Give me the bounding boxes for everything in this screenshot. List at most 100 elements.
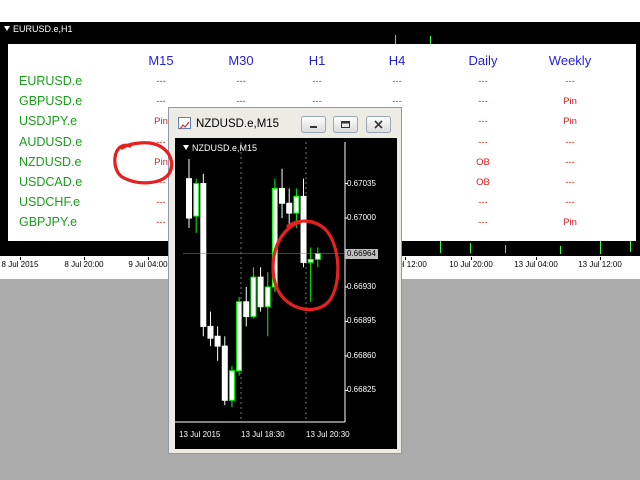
time-axis-label: 9 Jul 04:00 — [128, 260, 168, 269]
minimize-button[interactable] — [301, 116, 326, 133]
candle-body — [186, 178, 192, 219]
chart-menu-icon — [183, 145, 189, 150]
candle-body — [236, 301, 243, 372]
time-axis-label: 8 Jul 2015 — [1, 260, 39, 269]
symbol-label-eurusd-e[interactable]: EURUSD.e — [19, 74, 82, 88]
close-button[interactable] — [366, 116, 391, 133]
candle-body — [193, 183, 200, 217]
price-tick-label: 0.66860 — [347, 350, 376, 360]
signal-cell: OB — [476, 177, 490, 188]
background-candle — [560, 246, 561, 254]
signal-cell: --- — [392, 76, 402, 87]
window-title: NZDUSD.e,M15 — [196, 118, 280, 130]
price-tick-label: 0.67035 — [347, 178, 376, 188]
candle-body — [243, 301, 250, 318]
timeframe-header-daily: Daily — [468, 53, 498, 68]
signal-cell: Pin — [154, 156, 168, 168]
signal-cell: --- — [312, 96, 322, 108]
signal-cell: --- — [236, 96, 246, 108]
signal-cell: --- — [392, 96, 402, 108]
background-candle — [470, 243, 471, 253]
symbol-label-nzdusd-e[interactable]: NZDUSD.e — [19, 155, 82, 169]
signal-cell: --- — [478, 197, 488, 209]
signal-cell: --- — [478, 76, 488, 87]
timeframe-header-h4: H4 — [388, 53, 406, 68]
signal-cell: --- — [478, 116, 488, 128]
maximize-button[interactable] — [333, 116, 358, 133]
background-chart-title: EURUSD.e,H1 — [4, 24, 73, 35]
timeframe-header-weekly: Weekly — [548, 53, 592, 68]
timeframe-header-m15: M15 — [148, 53, 174, 68]
signal-cell: --- — [565, 156, 575, 168]
candle-body — [257, 276, 264, 308]
background-candle — [430, 36, 431, 44]
signal-cell: Pin — [154, 116, 168, 128]
signal-cell: --- — [478, 217, 488, 229]
signal-cell: Pin — [563, 217, 577, 229]
candle-body — [200, 183, 207, 327]
candle-body — [279, 187, 286, 204]
symbol-label-gbpusd-e[interactable]: GBPUSD.e — [19, 94, 82, 108]
signal-cell: --- — [312, 76, 322, 87]
signal-cell: --- — [156, 177, 166, 188]
window-titlebar[interactable]: NZDUSD.e,M15 — [169, 108, 401, 136]
signal-cell: --- — [156, 96, 166, 108]
signal-cell: Pin — [563, 116, 577, 128]
time-axis-label: 13 Jul 12:00 — [578, 260, 622, 269]
candle-body — [293, 195, 300, 214]
price-tick-label: 0.67000 — [347, 213, 376, 223]
background-candle — [600, 240, 601, 254]
maximize-icon — [341, 121, 350, 128]
signal-cell: --- — [565, 136, 575, 148]
candle-body — [214, 335, 221, 347]
candle-body — [300, 195, 307, 263]
signal-cell: --- — [478, 96, 488, 108]
minimize-icon — [310, 126, 317, 128]
signal-cell: --- — [156, 217, 166, 229]
nzdusd-chart-area[interactable]: NZDUSD.e,M15 0.66964 0.67035 0.67000 0.669… — [175, 138, 397, 449]
candle-body — [307, 258, 314, 263]
signal-cell: --- — [478, 136, 488, 148]
timeframe-header-h1: H1 — [308, 53, 326, 68]
price-tick-label: 0.66825 — [347, 385, 376, 395]
close-icon — [374, 120, 383, 129]
background-candle — [505, 245, 506, 253]
signal-cell: OB — [476, 156, 490, 168]
signal-cell: --- — [565, 197, 575, 209]
nzdusd-m15-window[interactable]: NZDUSD.e,M15 NZDUSD.e,M15 0.66964 0.6703… — [168, 107, 402, 454]
top-chart-strip — [0, 0, 640, 22]
signal-cell: --- — [236, 76, 246, 87]
time-axis-label: 13 Jul 04:00 — [514, 260, 558, 269]
timeframe-header-m30: M30 — [228, 53, 254, 68]
signal-cell: --- — [156, 197, 166, 209]
price-tick-label: 0.66930 — [347, 282, 376, 291]
chart-symbol-label: NZDUSD.e,M15 — [183, 143, 257, 153]
time-axis-label: 8 Jul 20:00 — [64, 260, 104, 269]
current-price-label: 0.66964 — [345, 248, 378, 259]
candle-body — [250, 276, 257, 318]
candle-body — [286, 202, 293, 214]
price-tick-label: 0.66895 — [347, 316, 376, 326]
signal-cell: Pin — [563, 96, 577, 108]
candle-body — [228, 370, 235, 401]
symbol-label-usdjpy-e[interactable]: USDJPY.e — [19, 114, 77, 128]
time-tick-label: 13 Jul 20:30 — [306, 430, 350, 439]
signal-cell: --- — [565, 177, 575, 188]
candle-body — [314, 253, 321, 260]
candle-body — [207, 325, 214, 339]
symbol-label-usdcad-e[interactable]: USDCAD.e — [19, 175, 82, 189]
background-candle — [440, 241, 441, 253]
candle-body — [221, 345, 228, 401]
chart-menu-icon — [4, 26, 10, 31]
signal-cell: --- — [156, 76, 166, 87]
symbol-label-gbpjpy-e[interactable]: GBPJPY.e — [19, 215, 77, 229]
chart-window-icon — [178, 117, 191, 130]
symbol-label-audusd-e[interactable]: AUDUSD.e — [19, 135, 82, 149]
signal-cell: --- — [565, 76, 575, 87]
time-axis-label: 10 Jul 20:00 — [449, 260, 493, 269]
time-tick-label: 13 Jul 18:30 — [241, 430, 285, 439]
symbol-label-usdchf-e[interactable]: USDCHF.e — [19, 195, 80, 209]
candle-body — [264, 286, 271, 308]
candle-body — [271, 187, 278, 288]
signal-cell: --- — [156, 136, 166, 148]
